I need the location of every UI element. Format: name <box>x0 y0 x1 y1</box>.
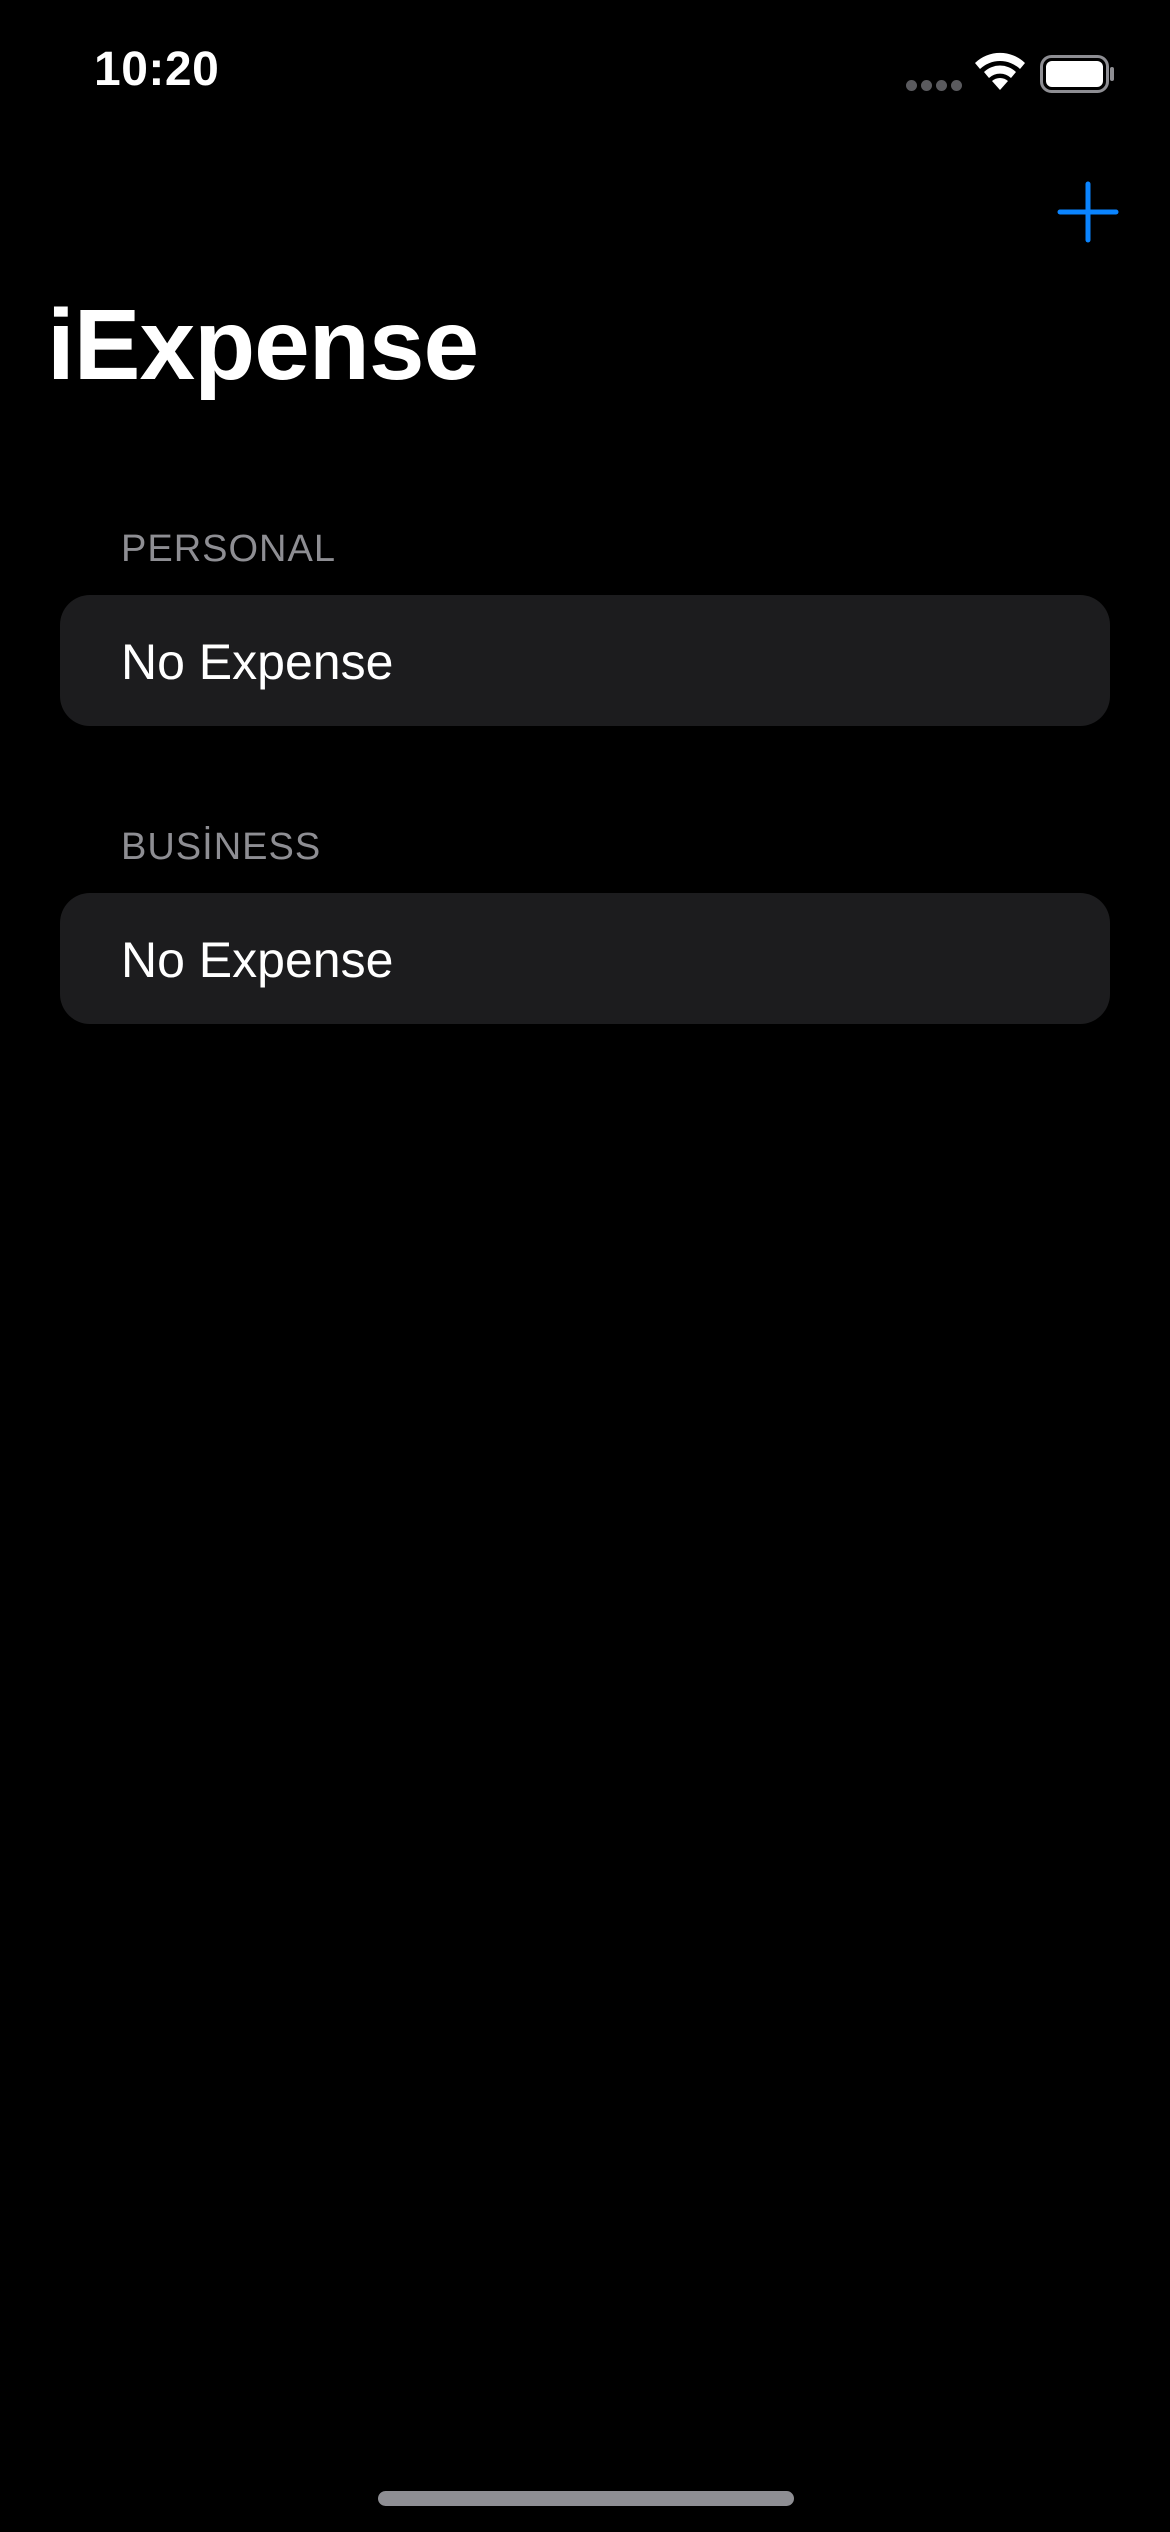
status-bar: 10:20 <box>0 0 1170 150</box>
page-title: iExpense <box>47 289 479 401</box>
plus-icon <box>1057 181 1119 243</box>
section-header-personal: PERSONAL <box>121 528 336 570</box>
list-item-label: No Expense <box>121 634 394 690</box>
list-item-personal[interactable]: No Expense <box>60 595 1110 726</box>
home-indicator[interactable] <box>378 2491 794 2506</box>
wifi-icon <box>975 52 1025 90</box>
add-expense-button[interactable] <box>1054 178 1122 246</box>
status-time: 10:20 <box>94 43 220 96</box>
list-item-business[interactable]: No Expense <box>60 893 1110 1024</box>
battery-icon <box>1040 55 1114 93</box>
section-header-business: BUSİNESS <box>121 826 322 868</box>
cellular-signal-icon <box>906 78 962 92</box>
list-item-label: No Expense <box>121 932 394 988</box>
